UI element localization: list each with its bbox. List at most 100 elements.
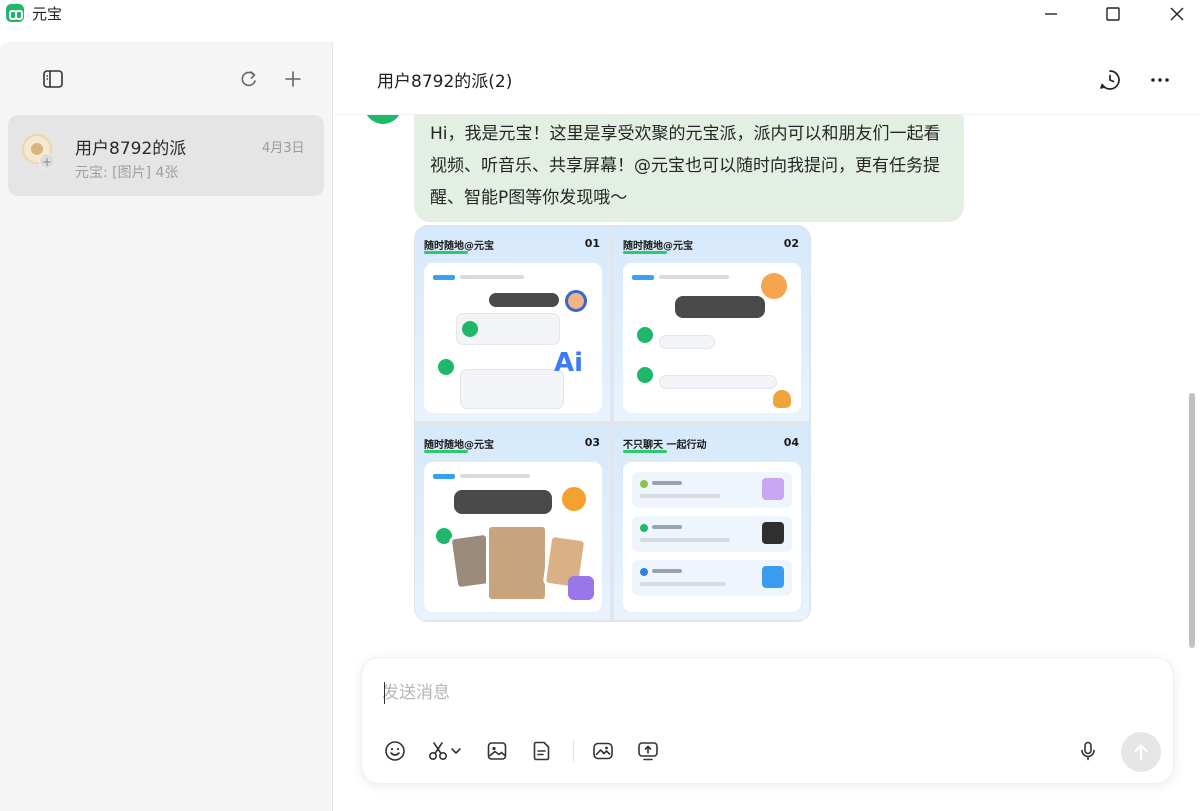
feature-dot — [640, 480, 648, 488]
mini-line — [460, 275, 524, 279]
mini-logo-icon — [438, 359, 454, 375]
tile-card: Ai — [424, 263, 602, 413]
tile-card — [623, 263, 801, 413]
avatar-plus-badge: + — [39, 153, 55, 169]
grid-image-2[interactable]: 随时随地@元宝 02 — [614, 226, 809, 421]
image-button[interactable] — [484, 738, 510, 764]
mini-label — [433, 474, 455, 479]
feature-row — [632, 560, 792, 596]
chat-list-item[interactable]: + 用户8792的派 4月3日 元宝: [图片] 4张 — [8, 115, 324, 196]
mini-avatar — [761, 273, 787, 299]
tile-number: 02 — [783, 237, 799, 250]
tile-title: 随时随地@元宝 — [424, 237, 494, 254]
history-button[interactable] — [1095, 65, 1125, 95]
tile-number: 03 — [584, 436, 600, 449]
grid-image-1[interactable]: 随时随地@元宝 01 Ai — [415, 226, 610, 421]
message-input[interactable] — [382, 678, 1142, 708]
maximize-button[interactable] — [1090, 0, 1136, 28]
tile-number: 04 — [783, 436, 799, 449]
toolbar-divider — [573, 740, 574, 762]
mini-logo-icon — [637, 327, 653, 343]
app-title: 元宝 — [32, 5, 63, 23]
grid-image-4[interactable]: 不只聊天 一起行动 04 — [614, 425, 809, 620]
voice-input-button[interactable] — [1075, 738, 1101, 764]
screen-share-button[interactable] — [635, 738, 661, 764]
send-button[interactable] — [1121, 732, 1161, 772]
emoji-icon — [385, 741, 405, 761]
title-bar: 元宝 — [0, 0, 1200, 28]
mini-line — [652, 481, 682, 485]
gallery-icon — [593, 742, 613, 760]
mini-label — [433, 275, 455, 280]
sparkle-icon — [568, 576, 594, 600]
scissors-icon — [428, 742, 461, 761]
tile-title: 不只聊天 一起行动 — [623, 436, 706, 453]
grid-image-3[interactable]: 随时随地@元宝 03 — [415, 425, 610, 620]
chat-name: 用户8792的派 — [75, 139, 187, 159]
refresh-icon — [241, 71, 256, 87]
document-icon — [533, 741, 550, 761]
feature-row — [632, 472, 792, 508]
mini-avatar — [562, 487, 586, 511]
screenshot-button[interactable] — [426, 738, 468, 764]
emoji-button[interactable] — [382, 738, 408, 764]
mini-line — [460, 474, 530, 478]
screen-icon — [762, 566, 784, 588]
text-caret — [384, 682, 385, 704]
mini-light-bubble — [659, 335, 715, 349]
chat-date: 4月3日 — [262, 141, 305, 156]
send-arrow-icon — [1134, 744, 1148, 760]
message-scrollbar[interactable] — [1187, 116, 1197, 648]
minimize-icon — [1045, 13, 1057, 15]
tile-title: 随时随地@元宝 — [623, 237, 693, 254]
microphone-icon — [1081, 741, 1095, 761]
minimize-button[interactable] — [1028, 0, 1074, 28]
chat-title: 用户8792的派(2) — [377, 72, 513, 92]
refresh-button[interactable] — [235, 65, 263, 93]
feature-dot — [640, 524, 648, 532]
tile-card — [424, 462, 602, 612]
mini-line — [640, 538, 730, 542]
close-icon — [1170, 7, 1184, 21]
mini-light-bubble — [659, 375, 777, 389]
screen-share-icon — [638, 742, 658, 761]
image-icon — [487, 742, 507, 760]
app-logo-icon — [6, 4, 24, 22]
more-button[interactable] — [1145, 65, 1175, 95]
music-icon — [762, 478, 784, 500]
tile-card — [623, 462, 801, 612]
tile-title: 随时随地@元宝 — [424, 436, 494, 453]
mini-label — [632, 275, 654, 280]
feature-dot — [640, 568, 648, 576]
chat-preview: 元宝: [图片] 4张 — [75, 165, 179, 181]
scrollbar-thumb[interactable] — [1189, 393, 1195, 648]
mini-line — [652, 569, 682, 573]
gallery-button[interactable] — [590, 738, 616, 764]
message-bubble: Hi，我是元宝！这里是享受欢聚的元宝派，派内可以和朋友们一起看视频、听音乐、共享… — [414, 106, 964, 222]
history-icon — [1100, 70, 1120, 90]
mini-light-bubble — [460, 369, 564, 409]
video-icon — [762, 522, 784, 544]
maximize-icon — [1106, 7, 1120, 21]
new-chat-button[interactable] — [279, 65, 307, 93]
chat-header: 用户8792的派(2) — [334, 42, 1200, 115]
ai-icon: Ai — [554, 348, 584, 378]
mini-line — [640, 582, 726, 586]
close-button[interactable] — [1154, 0, 1200, 28]
mini-dark-bubble — [489, 293, 559, 307]
mini-logo-icon — [637, 367, 653, 383]
mini-dark-bubble — [454, 490, 552, 514]
feature-row — [632, 516, 792, 552]
cat-photo — [486, 524, 548, 602]
sidebar: + 用户8792的派 4月3日 元宝: [图片] 4张 — [0, 42, 333, 811]
image-grid[interactable]: 随时随地@元宝 01 Ai 随时随地@元宝 02 随时随地@元宝 03 不只聊天… — [414, 225, 811, 622]
tile-number: 01 — [584, 237, 600, 250]
message-composer — [361, 657, 1174, 784]
mini-dark-bubble — [675, 296, 765, 318]
sidebar-toggle-button[interactable] — [39, 65, 67, 93]
document-button[interactable] — [529, 738, 555, 764]
mini-line — [659, 275, 729, 279]
plus-icon — [285, 71, 301, 87]
more-icon — [1151, 78, 1169, 82]
mini-line — [652, 525, 682, 529]
